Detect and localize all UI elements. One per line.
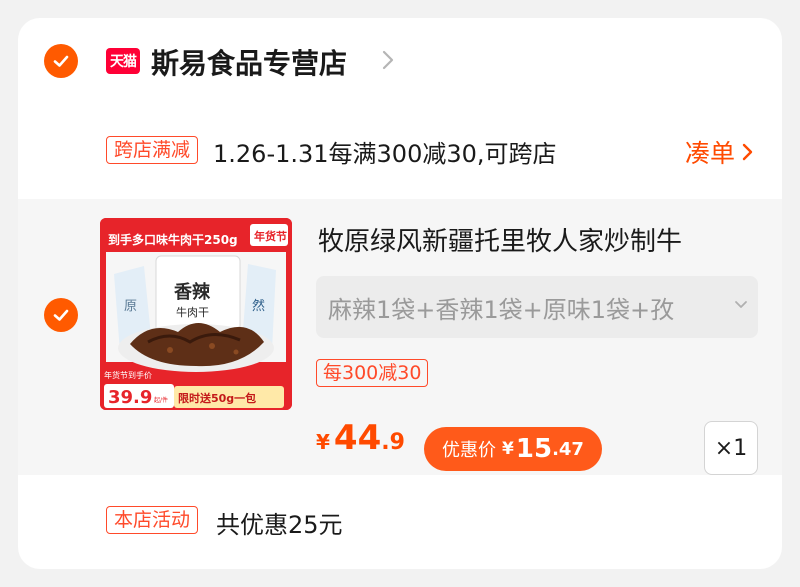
thumb-left-pack-text: 原 [124,299,137,314]
cart-item: 到手多口味牛肉干250g 年货节 原 然 香辣 牛肉干 年货节到手价 39.9 [18,199,782,475]
thumb-price: 39.9 [108,387,152,408]
store-select-checkbox[interactable] [44,44,78,78]
store-header[interactable]: 天猫 斯易食品专营店 [18,18,782,106]
cross-store-promotion: 跨店满减 1.26-1.31每满300减30,可跨店 凑单 [18,122,782,184]
quantity-button[interactable]: ×1 [704,421,758,475]
variant-text: 麻辣1袋+香辣1袋+原味1袋+孜 [328,296,675,324]
add-items-link[interactable]: 凑单 [685,134,757,170]
deal-price-integer: 15 [515,434,553,464]
item-select-checkbox[interactable] [44,298,78,332]
tmall-logo: 天猫 [106,48,140,74]
product-image: 到手多口味牛肉干250g 年货节 原 然 香辣 牛肉干 年货节到手价 39.9 [100,218,292,410]
product-title[interactable]: 牧原绿风新疆托里牧人家炒制牛 [318,221,682,258]
add-items-label: 凑单 [685,139,736,168]
deal-currency: ¥ [502,439,514,459]
thumb-gift-text: 限时送50g一包 [178,391,256,405]
store-activity: 本店活动 共优惠25元 [18,496,782,546]
product-thumbnail[interactable]: 到手多口味牛肉干250g 年货节 原 然 香辣 牛肉干 年货节到手价 39.9 [100,218,292,410]
chevron-right-icon[interactable] [380,48,396,72]
item-price: ¥ 44 .9 [316,418,405,458]
variant-selector[interactable]: 麻辣1袋+香辣1袋+原味1袋+孜 [316,276,758,338]
thumb-festival-text: 年货节 [254,229,287,243]
deal-price-label: 优惠价 [442,440,497,461]
thumb-pack-sub: 牛肉干 [176,305,209,319]
cart-store-card: 天猫 斯易食品专营店 跨店满减 1.26-1.31每满300减30,可跨店 凑单… [18,18,782,569]
price-decimal: .9 [381,430,405,455]
thumb-banner-text: 到手多口味牛肉干250g [108,232,238,247]
store-name[interactable]: 斯易食品专营店 [151,42,347,82]
chevron-right-icon [742,143,753,161]
checkmark-icon [53,309,69,321]
discount-tag: 每300减30 [316,359,429,387]
activity-text: 共优惠25元 [216,511,343,539]
promotion-tag: 跨店满减 [106,136,199,164]
price-integer: 44 [333,418,382,458]
promotion-text: 1.26-1.31每满300减30,可跨店 [213,140,557,168]
deal-price-badge: 优惠价 ¥ 15 .47 [424,427,602,471]
thumb-price-unit: 起/件 [154,396,168,404]
deal-price-decimal: .47 [552,438,584,460]
thumb-right-pack-text: 然 [252,298,265,314]
thumb-price-label: 年货节到手价 [104,370,152,380]
thumb-pack-title: 香辣 [173,281,211,303]
checkmark-icon [53,55,69,67]
chevron-down-icon [735,301,747,308]
price-currency: ¥ [316,430,330,454]
activity-tag: 本店活动 [106,506,199,534]
